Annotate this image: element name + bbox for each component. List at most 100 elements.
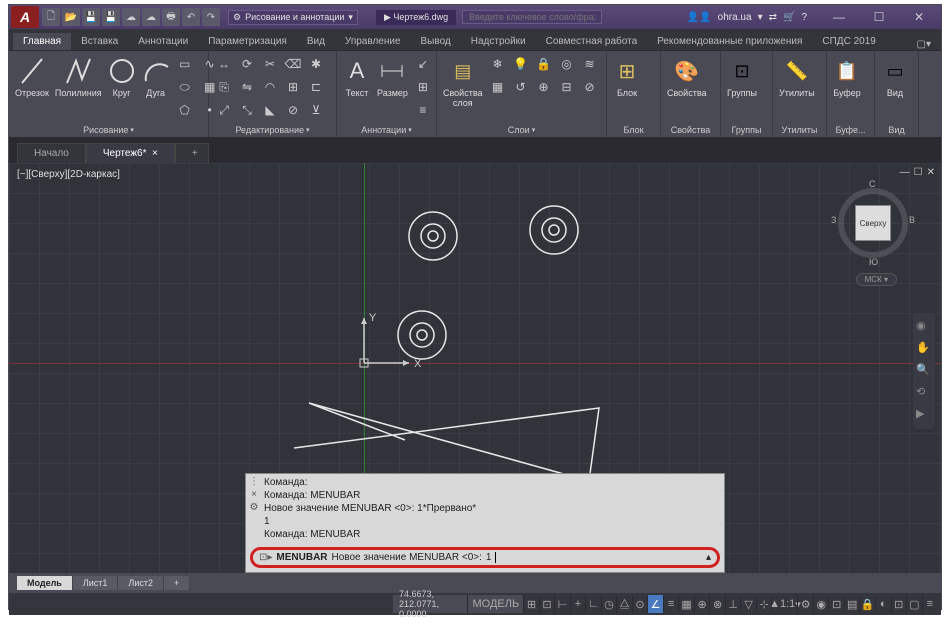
trim-icon[interactable]: ✂ <box>259 53 281 75</box>
tab-drawing[interactable]: Чертеж6* × <box>86 143 175 163</box>
zoom-icon[interactable]: 🔍 <box>916 363 932 379</box>
copy-icon[interactable]: ⎘ <box>213 76 235 98</box>
hardware-accel-icon[interactable]: ⊡ <box>891 595 907 613</box>
isolate-icon[interactable]: ◐ <box>875 595 891 613</box>
units-icon[interactable]: ⊡ <box>828 595 844 613</box>
offset-icon[interactable]: ⊏ <box>305 76 327 98</box>
properties-button[interactable]: 🎨Свойства <box>665 53 709 101</box>
pan-icon[interactable]: ✋ <box>916 341 932 357</box>
exchange-icon[interactable]: ⇄ <box>769 12 777 23</box>
clipboard-button[interactable]: 📋Буфер <box>831 53 863 101</box>
groups-button[interactable]: ⊡Группы <box>725 53 759 101</box>
erase-icon[interactable]: ⌫ <box>282 53 304 75</box>
cycling-icon[interactable]: ⊕ <box>694 595 710 613</box>
tab-start[interactable]: Начало <box>17 143 86 163</box>
app-logo-icon[interactable]: A <box>11 6 39 28</box>
tab-collaborate[interactable]: Совместная работа <box>536 33 648 50</box>
cmd-options-icon[interactable]: ⚙ <box>250 502 259 513</box>
explode-icon[interactable]: ✱ <box>305 53 327 75</box>
coordinates-display[interactable]: 74.6673, 212.0771, 0.0000 <box>393 595 467 613</box>
lineweight-icon[interactable]: ≡ <box>663 595 679 613</box>
tab-manage[interactable]: Управление <box>335 33 411 50</box>
tab-insert[interactable]: Вставка <box>71 33 128 50</box>
help-icon[interactable]: ? <box>801 12 807 23</box>
cmd-expand-icon[interactable]: ▴ <box>706 552 711 563</box>
minimize-button[interactable]: — <box>819 6 859 28</box>
undo-icon[interactable]: ↶ <box>182 8 200 26</box>
cart-icon[interactable]: 🛒 <box>783 12 795 23</box>
layer-delete-icon[interactable]: ⊘ <box>579 76 601 98</box>
text-button[interactable]: AТекст <box>341 53 373 101</box>
block-insert-button[interactable]: ⊞Блок <box>611 53 643 101</box>
view-button[interactable]: ▭Вид <box>879 53 911 101</box>
mirror-icon[interactable]: ⇋ <box>236 76 258 98</box>
tab-addins[interactable]: Надстройки <box>461 33 536 50</box>
utilities-button[interactable]: 📏Утилиты <box>777 53 817 101</box>
workspace-selector[interactable]: ⚙ Рисование и аннотации ▾ <box>228 10 358 25</box>
user-label[interactable]: ohra.ua <box>718 12 752 23</box>
workspace-switch-icon[interactable]: ⚙ <box>797 595 813 613</box>
tab-home[interactable]: Главная <box>13 33 71 50</box>
add-tab-button[interactable]: + <box>175 143 209 163</box>
dynamic-input-icon[interactable]: + <box>570 595 586 613</box>
mtext-icon[interactable]: ≡ <box>412 99 434 121</box>
clean-screen-icon[interactable]: ▢ <box>906 595 922 613</box>
anno-scale[interactable]: ▲ 1:1 ▾ <box>771 595 797 613</box>
search-input[interactable] <box>462 10 602 24</box>
layer-off-icon[interactable]: 💡 <box>510 53 532 75</box>
leader-icon[interactable]: ↙ <box>412 53 434 75</box>
layer-lock-icon[interactable]: 🔒 <box>533 53 555 75</box>
anno-monitor-icon[interactable]: ◉ <box>813 595 829 613</box>
fillet-icon[interactable]: ◠ <box>259 76 281 98</box>
grid-icon[interactable]: ⊞ <box>523 595 539 613</box>
signin-icon[interactable]: 👤👤 <box>687 12 712 23</box>
viewcube[interactable]: Сверху С Ю В З <box>833 183 913 263</box>
array-icon[interactable]: ⊞ <box>282 76 304 98</box>
layout-tab-sheet1[interactable]: Лист1 <box>73 576 119 590</box>
line-button[interactable]: Отрезок <box>13 53 51 101</box>
tab-spds[interactable]: СПДС 2019 <box>812 33 885 50</box>
polygon-icon[interactable]: ⬠ <box>174 99 196 121</box>
tab-annotate[interactable]: Аннотации <box>128 33 198 50</box>
layout-tab-sheet2[interactable]: Лист2 <box>118 576 164 590</box>
tab-parametric[interactable]: Параметризация <box>198 33 297 50</box>
layer-prev-icon[interactable]: ↺ <box>510 76 532 98</box>
new-icon[interactable]: 🗋 <box>42 8 60 26</box>
customize-icon[interactable]: ≡ <box>922 595 938 613</box>
osnap-icon[interactable]: ⊙ <box>632 595 648 613</box>
layer-properties-button[interactable]: ▤Свойства слоя <box>441 53 485 111</box>
rotate-icon[interactable]: ⟳ <box>236 53 258 75</box>
rect-icon[interactable]: ▭ <box>174 53 196 75</box>
infer-icon[interactable]: ⊢ <box>554 595 570 613</box>
move-icon[interactable]: ↔ <box>213 53 235 75</box>
ellipse-icon[interactable]: ⬭ <box>174 76 196 98</box>
command-input[interactable]: ⊡▸ MENUBAR Новое значение MENUBAR <0>: 1… <box>250 547 720 568</box>
layer-iso-icon[interactable]: ◎ <box>556 53 578 75</box>
layer-match-icon[interactable]: ≋ <box>579 53 601 75</box>
saveas-icon[interactable]: 💾 <box>102 8 120 26</box>
ribbon-expand-icon[interactable]: ▢▾ <box>911 39 937 50</box>
snap-icon[interactable]: ⊡ <box>539 595 555 613</box>
layout-tab-add[interactable]: + <box>164 576 190 590</box>
break-icon[interactable]: ⊘ <box>282 99 304 121</box>
3dosnap-icon[interactable]: ⊗ <box>709 595 725 613</box>
cmd-handle-icon[interactable]: ⋮ <box>249 476 259 487</box>
lock-ui-icon[interactable]: 🔒 <box>859 595 875 613</box>
stretch-icon[interactable]: ⤢ <box>213 99 235 121</box>
isodraft-icon[interactable]: ⧋ <box>616 595 632 613</box>
save-icon[interactable]: 💾 <box>82 8 100 26</box>
tab-featured-apps[interactable]: Рекомендованные приложения <box>647 33 812 50</box>
showmotion-icon[interactable]: ▶ <box>916 407 932 423</box>
redo-icon[interactable]: ↷ <box>202 8 220 26</box>
circle-button[interactable]: Круг <box>106 53 138 101</box>
layer-state-icon[interactable]: ⊟ <box>556 76 578 98</box>
model-space-toggle[interactable]: МОДЕЛЬ <box>467 595 523 613</box>
open-icon[interactable]: 📂 <box>62 8 80 26</box>
polar-icon[interactable]: ◷ <box>601 595 617 613</box>
polyline-button[interactable]: Полилиния <box>53 53 104 101</box>
close-tab-icon[interactable]: × <box>152 148 158 159</box>
layout-tab-model[interactable]: Модель <box>17 576 73 590</box>
join-icon[interactable]: ⊻ <box>305 99 327 121</box>
layer-walk-icon[interactable]: ▦ <box>487 76 509 98</box>
cloud-save-icon[interactable]: ☁ <box>142 8 160 26</box>
